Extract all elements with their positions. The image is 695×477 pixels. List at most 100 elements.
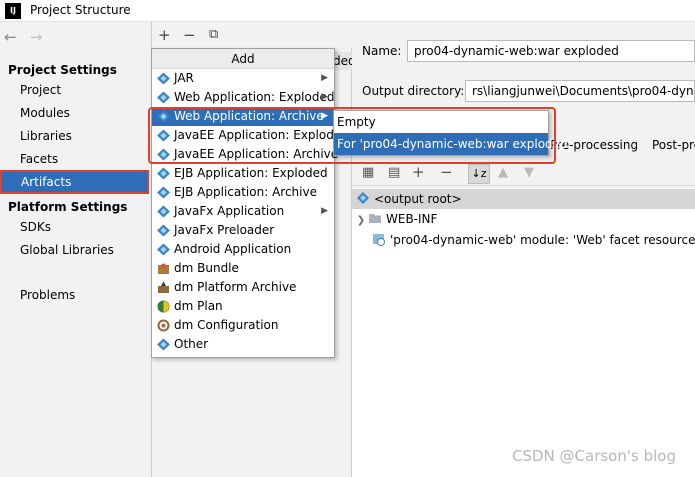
tree-label: WEB-INF [386, 212, 438, 226]
forward-arrow-icon[interactable]: → [30, 28, 56, 46]
popup-item-label: dm Bundle [174, 261, 239, 275]
popup-item-label: JAR [174, 71, 194, 85]
output-directory-field[interactable]: rs\liangjunwei\Documents\pro04-dynamic [465, 80, 695, 102]
back-arrow-icon[interactable]: ← [4, 28, 30, 46]
popup-item-label: Android Application [174, 242, 292, 256]
submenu-item-empty[interactable]: Empty [334, 111, 548, 133]
sidebar-item-facets[interactable]: Facets [0, 148, 150, 170]
watermark: CSDN @Carson's blog [512, 447, 676, 465]
archive-icon[interactable]: ▤ [388, 165, 400, 180]
sidebar-item-sdks[interactable]: SDKs [0, 216, 150, 238]
popup-item-javafx-preloader[interactable]: JavaFx Preloader [152, 221, 334, 240]
popup-title: Add [152, 49, 334, 69]
popup-item-label: JavaEE Application: Archive [174, 147, 339, 161]
popup-item-label: JavaEE Application: Exploded [174, 128, 349, 142]
remove-element-icon[interactable]: − [440, 163, 453, 181]
intellij-logo-icon: IJ [5, 3, 21, 19]
add-copy-icon[interactable]: + [412, 163, 425, 181]
sidebar-item-libraries[interactable]: Libraries [0, 125, 150, 147]
dm-bundle-icon [158, 263, 169, 274]
move-down-icon[interactable]: ▼ [524, 165, 534, 180]
javafx-icon [157, 205, 170, 218]
new-folder-icon[interactable]: ▦ [362, 165, 374, 180]
web-app-icon [157, 110, 170, 123]
tree-row-output-root[interactable]: <output root> [352, 189, 695, 209]
popup-item-label: JavaFx Preloader [174, 223, 275, 237]
popup-item-other[interactable]: Other [152, 335, 334, 354]
popup-item-label: dm Configuration [174, 318, 279, 332]
popup-item-web-application-exploded[interactable]: Web Application: Exploded ▶ [152, 88, 334, 107]
submenu-arrow-icon: ▶ [321, 206, 328, 216]
popup-item-dm-platform-archive[interactable]: dm Platform Archive [152, 278, 334, 297]
output-directory-label: Output directory: [362, 84, 465, 98]
popup-item-label: dm Plan [174, 299, 223, 313]
web-archive-submenu: Empty For 'pro04-dynamic-web:war explode… [333, 110, 571, 156]
submenu-arrow-icon: ▶ [321, 92, 328, 102]
ejb-icon [157, 167, 170, 180]
popup-item-dm-configuration[interactable]: dm Configuration [152, 316, 334, 335]
copy-icon[interactable]: ⧉ [209, 27, 218, 42]
javaee-icon [157, 129, 170, 142]
title-bar: IJ Project Structure [0, 0, 695, 22]
output-root-icon [357, 192, 369, 204]
popup-item-label: dm Platform Archive [174, 280, 297, 294]
popup-item-jar[interactable]: JAR ▶ [152, 69, 334, 88]
web-app-icon [157, 91, 170, 104]
dm-config-icon [157, 319, 170, 332]
output-layout-tree: <output root> ❯ WEB-INF 'pro04-dynamic-we… [352, 188, 695, 477]
tree-row-web-facet[interactable]: 'pro04-dynamic-web' module: 'Web' facet … [352, 230, 695, 250]
popup-item-label: JavaFx Application [174, 204, 285, 218]
name-field[interactable]: pro04-dynamic-web:war exploded [407, 40, 695, 62]
project-settings-heading: Project Settings [8, 63, 117, 77]
javafx-icon [157, 224, 170, 237]
jar-icon [157, 72, 170, 85]
sidebar-item-problems[interactable]: Problems [0, 284, 150, 306]
output-layout-toolbar: ▦ ▤ + − ↓z ▲ ▼ [352, 162, 695, 186]
sort-icon[interactable]: ↓z [468, 164, 490, 184]
window-title: Project Structure [30, 3, 131, 17]
web-facet-icon [373, 234, 385, 246]
tab-post-processing[interactable]: Post-pro [652, 138, 695, 152]
artifact-list-item[interactable]: ded [333, 52, 352, 70]
popup-item-javaee-application-archive[interactable]: JavaEE Application: Archive [152, 145, 338, 164]
popup-item-ejb-application-archive[interactable]: EJB Application: Archive [152, 183, 334, 202]
artifacts-toolbar: + − ⧉ [152, 22, 352, 48]
popup-item-dm-bundle[interactable]: dm Bundle [152, 259, 334, 278]
remove-icon[interactable]: − [183, 26, 196, 44]
tree-row-web-inf[interactable]: ❯ WEB-INF [352, 209, 695, 229]
popup-item-web-application-archive[interactable]: Web Application: Archive ▶ [152, 107, 334, 126]
popup-item-dm-plan[interactable]: dm Plan [152, 297, 334, 316]
name-label: Name: [362, 44, 402, 58]
popup-item-label: Web Application: Exploded [174, 90, 335, 104]
tree-label: <output root> [374, 192, 462, 206]
sidebar-item-project[interactable]: Project [0, 79, 150, 101]
dm-platform-icon [158, 281, 169, 293]
submenu-arrow-icon: ▶ [321, 111, 328, 121]
folder-icon [369, 214, 381, 223]
sidebar-item-modules[interactable]: Modules [0, 102, 150, 124]
sidebar-item-global-libraries[interactable]: Global Libraries [0, 239, 150, 261]
popup-item-android-application[interactable]: Android Application [152, 240, 334, 259]
popup-item-label: EJB Application: Exploded [174, 166, 328, 180]
add-icon[interactable]: + [158, 26, 171, 44]
popup-item-javaee-application-exploded[interactable]: JavaEE Application: Exploded [152, 126, 349, 145]
nav-arrows: ← → [4, 28, 56, 46]
javaee-icon [157, 148, 170, 161]
popup-item-ejb-application-exploded[interactable]: EJB Application: Exploded [152, 164, 334, 183]
popup-item-label: Web Application: Archive [174, 109, 324, 123]
sidebar-item-artifacts[interactable]: Artifacts [0, 170, 149, 194]
popup-item-javafx-application[interactable]: JavaFx Application ▶ [152, 202, 334, 221]
android-icon [157, 243, 170, 256]
platform-settings-heading: Platform Settings [8, 200, 128, 214]
expand-chevron-icon[interactable]: ❯ [354, 211, 368, 231]
other-icon [157, 338, 170, 351]
submenu-item-for-exploded[interactable]: For 'pro04-dynamic-web:war exploded' [334, 133, 571, 155]
sidebar: ← → Project Settings Project Modules Libr… [0, 22, 152, 477]
ejb-icon [157, 186, 170, 199]
move-up-icon[interactable]: ▲ [498, 165, 508, 180]
tree-label: 'pro04-dynamic-web' module: 'Web' facet … [390, 233, 695, 247]
dm-plan-icon [157, 300, 170, 313]
submenu-arrow-icon: ▶ [321, 73, 328, 83]
add-artifact-popup: Add JAR ▶ Web Application: Exploded ▶ Web Ap… [151, 48, 349, 358]
popup-item-label: EJB Application: Archive [174, 185, 317, 199]
